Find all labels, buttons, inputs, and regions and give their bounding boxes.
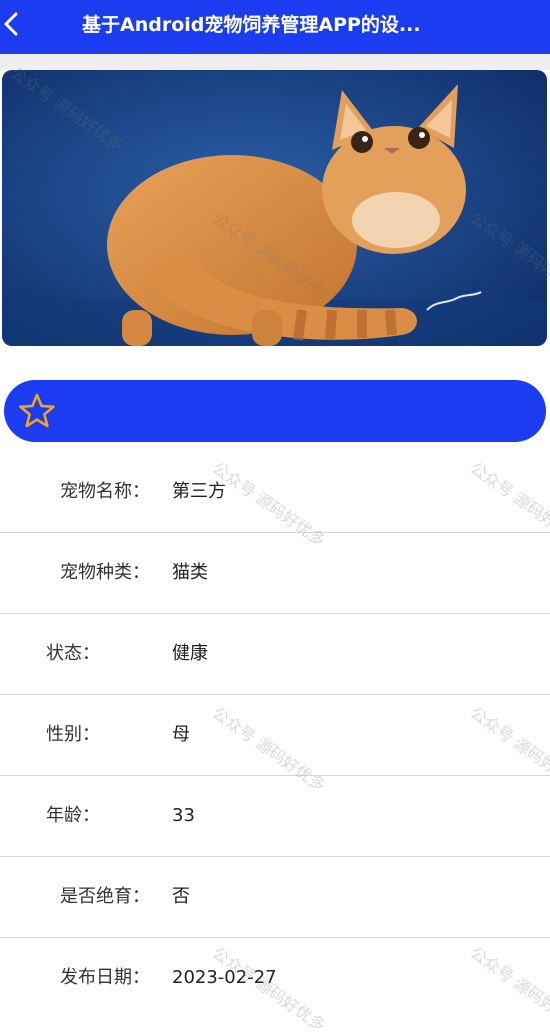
info-row-pet-type: 宠物种类： 猫类 — [0, 533, 550, 614]
info-label: 是否绝育： — [60, 886, 150, 907]
info-row-status: 状态： 健康 — [0, 614, 550, 695]
info-row-age: 年龄： 33 — [0, 776, 550, 857]
info-row-neutered: 是否绝育： 否 — [0, 857, 550, 938]
info-value: 母 — [172, 724, 190, 745]
favorite-bar — [4, 380, 546, 442]
info-label: 性别： — [46, 724, 100, 745]
info-value: 猫类 — [172, 562, 208, 583]
info-row-gender: 性别： 母 — [0, 695, 550, 776]
info-label: 发布日期： — [60, 967, 150, 988]
star-outline-icon[interactable] — [18, 392, 56, 430]
info-value: 健康 — [172, 643, 208, 664]
info-value: 否 — [172, 886, 190, 907]
pet-photo — [2, 70, 547, 346]
info-label: 年龄： — [46, 805, 100, 826]
info-label: 宠物名称： — [60, 481, 150, 502]
top-app-bar: 基于Android宠物饲养管理APP的设... — [0, 0, 550, 54]
info-value: 33 — [172, 805, 195, 826]
info-label: 状态： — [46, 643, 100, 664]
info-value: 2023-02-27 — [172, 967, 277, 988]
page-title: 基于Android宠物饲养管理APP的设... — [82, 14, 421, 36]
info-value: 第三方 — [172, 481, 226, 502]
info-row-publish-date: 发布日期： 2023-02-27 — [0, 938, 550, 1018]
back-arrow-icon[interactable] — [0, 6, 28, 42]
info-row-pet-name: 宠物名称： 第三方 — [0, 452, 550, 533]
info-label: 宠物种类： — [60, 562, 150, 583]
header-spacer — [0, 54, 550, 70]
